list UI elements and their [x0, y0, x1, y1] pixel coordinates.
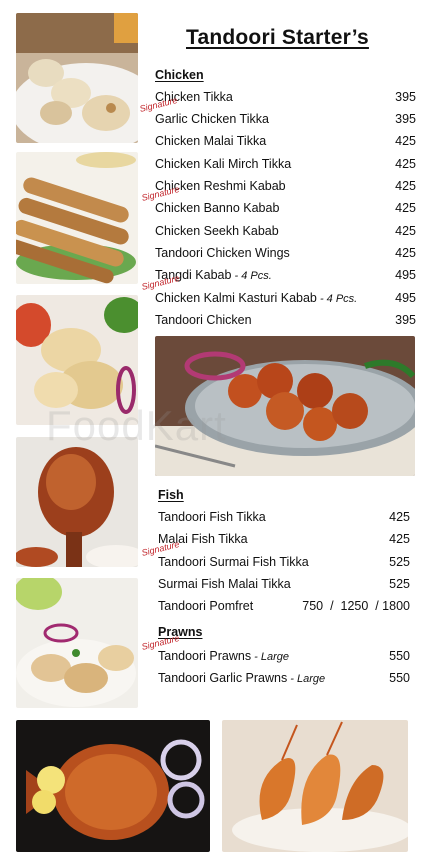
menu-item: Tandoori Chicken Wings 425 — [155, 246, 416, 264]
menu-item: Tandoori Pomfret 750 / 1250 / 1800 — [158, 599, 410, 617]
menu-item: Chicken Kalmi Kasturi Kabab - 4 Pcs. 495 — [155, 291, 416, 309]
menu-item: Tandoori Surmai Fish Tikka 525 — [158, 555, 410, 573]
item-name: Chicken Kalmi Kasturi Kabab - 4 Pcs. — [155, 291, 358, 305]
item-price: 425 — [395, 134, 416, 148]
item-name: Chicken Seekh Kabab — [155, 224, 279, 238]
menu-item: Tandoori Fish Tikka 425 — [158, 510, 410, 528]
menu-item: Chicken Banno Kabab 425 — [155, 201, 416, 219]
item-price: 395 — [395, 112, 416, 126]
item-price: 425 — [395, 201, 416, 215]
item-name: Surmai Fish Malai Tikka — [158, 577, 291, 591]
menu-item: Tandoori Chicken 395 — [155, 313, 416, 331]
menu-item: Chicken Kali Mirch Tikka 425 — [155, 157, 416, 175]
menu-item: Tandoori Prawns - Large 550 — [158, 649, 410, 667]
photo-fish-tikka — [16, 578, 138, 708]
item-price: 425 — [395, 246, 416, 260]
item-price: 495 — [395, 291, 416, 305]
item-price: 395 — [395, 313, 416, 327]
item-name: Chicken Malai Tikka — [155, 134, 267, 148]
menu-item: Tangdi Kabab - 4 Pcs. 495 — [155, 268, 416, 286]
item-price: 750 / 1250 / 1800 — [302, 599, 410, 613]
item-price: 425 — [395, 179, 416, 193]
item-price: 395 — [395, 90, 416, 104]
item-price: 525 — [389, 577, 410, 591]
item-price: 425 — [389, 532, 410, 546]
menu-item: Malai Fish Tikka 425 — [158, 532, 410, 550]
item-price: 550 — [389, 649, 410, 663]
item-note: - Large — [287, 673, 326, 685]
section-heading-chicken: Chicken — [155, 68, 204, 82]
item-name: Chicken Banno Kabab — [155, 201, 280, 215]
photo-reshmi-kabab — [16, 295, 138, 425]
menu-item: Chicken Reshmi Kabab 425 — [155, 179, 416, 197]
menu-item: Chicken Tikka 395 — [155, 90, 416, 108]
item-price: 495 — [395, 268, 416, 282]
photo-tandoori-prawns — [222, 720, 408, 852]
photo-malai-tikka — [16, 13, 138, 143]
item-name: Tandoori Pomfret — [158, 599, 254, 613]
menu-item: Chicken Seekh Kabab 425 — [155, 224, 416, 242]
item-price: 550 — [389, 671, 410, 685]
item-name: Tandoori Fish Tikka — [158, 510, 266, 524]
item-note: - 4 Pcs. — [231, 270, 272, 282]
item-price: 525 — [389, 555, 410, 569]
photo-seekh-kabab — [16, 152, 138, 284]
photo-tandoori-pomfret — [16, 720, 210, 852]
photo-tikka-platter — [155, 336, 415, 476]
menu-item: Chicken Malai Tikka 425 — [155, 134, 416, 152]
item-note: - 4 Pcs. — [316, 293, 358, 305]
item-name: Garlic Chicken Tikka — [155, 112, 269, 126]
item-price: 425 — [395, 224, 416, 238]
item-name: Tandoori Chicken Wings — [155, 246, 290, 260]
menu-item: Surmai Fish Malai Tikka 525 — [158, 577, 410, 595]
item-name: Tandoori Surmai Fish Tikka — [158, 555, 309, 569]
item-name: Tandoori Prawns - Large — [158, 649, 290, 663]
menu-item: Tandoori Garlic Prawns - Large 550 — [158, 671, 410, 689]
item-price: 425 — [389, 510, 410, 524]
item-price: 425 — [395, 157, 416, 171]
item-note: - Large — [251, 651, 290, 663]
menu-item: Garlic Chicken Tikka 395 — [155, 112, 416, 130]
item-name: Tandoori Garlic Prawns - Large — [158, 671, 326, 685]
item-name: Chicken Kali Mirch Tikka — [155, 157, 292, 171]
item-name: Tandoori Chicken — [155, 313, 252, 327]
page-title: Tandoori Starter’s — [186, 26, 369, 49]
photo-chicken-leg — [16, 437, 138, 567]
section-heading-fish: Fish — [158, 488, 184, 502]
